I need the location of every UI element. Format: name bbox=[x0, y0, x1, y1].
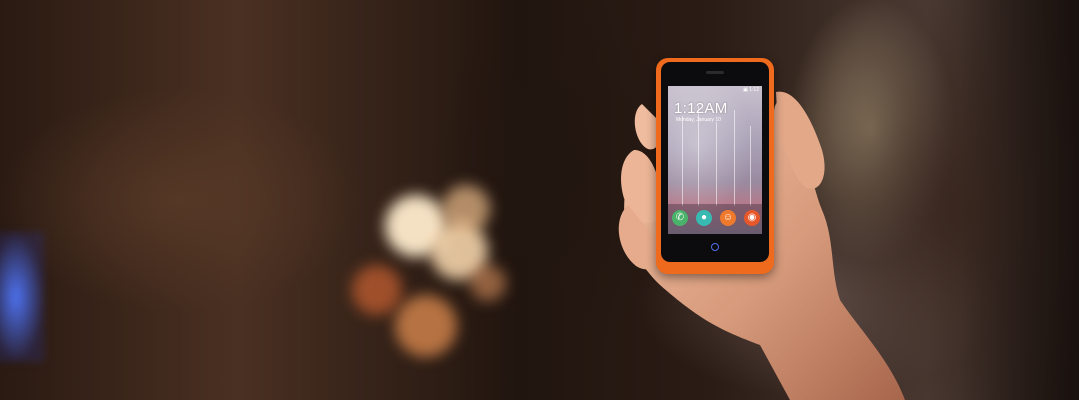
lockscreen-date: Monday, January 10 bbox=[676, 117, 721, 123]
wallpaper-stalk bbox=[750, 126, 751, 206]
hand bbox=[618, 91, 905, 400]
phone-icon[interactable]: ✆ bbox=[672, 210, 688, 226]
photo-background: ▣ 1:12 1:12AM Monday, January 10 ✆ ● ☺ ◉ bbox=[0, 0, 1079, 400]
phone-face: ▣ 1:12 1:12AM Monday, January 10 ✆ ● ☺ ◉ bbox=[661, 62, 769, 262]
messages-icon[interactable]: ● bbox=[696, 210, 712, 226]
status-bar: ▣ 1:12 bbox=[743, 87, 759, 93]
smartphone: ▣ 1:12 1:12AM Monday, January 10 ✆ ● ☺ ◉ bbox=[656, 58, 774, 274]
home-button[interactable] bbox=[711, 243, 719, 251]
contacts-icon[interactable]: ☺ bbox=[720, 210, 736, 226]
app-dock: ✆ ● ☺ ◉ bbox=[668, 204, 762, 234]
wallpaper-stalk bbox=[716, 122, 717, 206]
wallpaper-stalk bbox=[682, 116, 683, 206]
wallpaper-stalk bbox=[734, 110, 735, 206]
browser-icon[interactable]: ◉ bbox=[744, 210, 760, 226]
phone-screen: ▣ 1:12 1:12AM Monday, January 10 ✆ ● ☺ ◉ bbox=[668, 86, 762, 234]
lockscreen-clock: 1:12AM bbox=[674, 100, 728, 117]
speaker-grille bbox=[706, 71, 724, 74]
